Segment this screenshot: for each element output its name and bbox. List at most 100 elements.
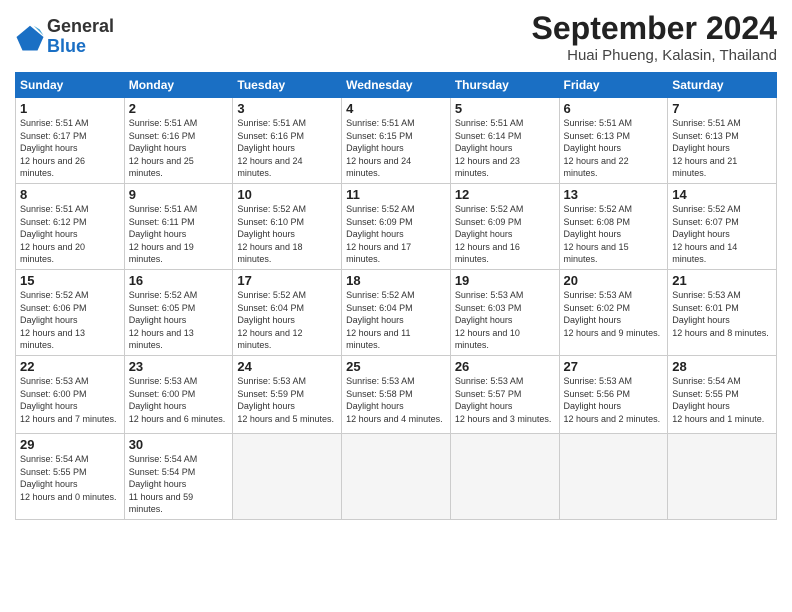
page-container: General Blue September 2024 Huai Phueng,… [0,0,792,530]
day-info: Sunrise: 5:51 AMSunset: 6:16 PMDaylight … [237,117,337,180]
header-tuesday: Tuesday [233,73,342,98]
calendar-cell: 12Sunrise: 5:52 AMSunset: 6:09 PMDayligh… [450,183,559,269]
day-info: Sunrise: 5:53 AMSunset: 6:02 PMDaylight … [564,289,664,339]
calendar-cell: 19Sunrise: 5:53 AMSunset: 6:03 PMDayligh… [450,269,559,355]
calendar-cell: 15Sunrise: 5:52 AMSunset: 6:06 PMDayligh… [16,269,125,355]
day-number: 8 [20,187,120,202]
calendar-cell [342,433,451,519]
header-thursday: Thursday [450,73,559,98]
calendar-cell [668,433,777,519]
header-friday: Friday [559,73,668,98]
day-info: Sunrise: 5:51 AMSunset: 6:11 PMDaylight … [129,203,229,266]
day-info: Sunrise: 5:52 AMSunset: 6:04 PMDaylight … [237,289,337,352]
day-info: Sunrise: 5:53 AMSunset: 5:58 PMDaylight … [346,375,446,425]
logo-icon [15,22,45,52]
day-info: Sunrise: 5:52 AMSunset: 6:09 PMDaylight … [455,203,555,266]
calendar-cell: 4Sunrise: 5:51 AMSunset: 6:15 PMDaylight… [342,98,451,184]
calendar-cell: 11Sunrise: 5:52 AMSunset: 6:09 PMDayligh… [342,183,451,269]
day-number: 7 [672,101,772,116]
day-number: 12 [455,187,555,202]
day-info: Sunrise: 5:52 AMSunset: 6:09 PMDaylight … [346,203,446,266]
day-number: 2 [129,101,229,116]
day-number: 19 [455,273,555,288]
calendar-week-row: 29Sunrise: 5:54 AMSunset: 5:55 PMDayligh… [16,433,777,519]
day-number: 28 [672,359,772,374]
calendar-cell: 20Sunrise: 5:53 AMSunset: 6:02 PMDayligh… [559,269,668,355]
calendar-cell: 28Sunrise: 5:54 AMSunset: 5:55 PMDayligh… [668,355,777,433]
header-sunday: Sunday [16,73,125,98]
calendar-cell: 7Sunrise: 5:51 AMSunset: 6:13 PMDaylight… [668,98,777,184]
day-number: 5 [455,101,555,116]
header-monday: Monday [124,73,233,98]
calendar-cell [450,433,559,519]
day-number: 24 [237,359,337,374]
day-number: 10 [237,187,337,202]
calendar-cell [233,433,342,519]
day-number: 17 [237,273,337,288]
day-number: 22 [20,359,120,374]
calendar-cell: 5Sunrise: 5:51 AMSunset: 6:14 PMDaylight… [450,98,559,184]
day-number: 18 [346,273,446,288]
day-number: 14 [672,187,772,202]
day-info: Sunrise: 5:53 AMSunset: 6:03 PMDaylight … [455,289,555,352]
day-info: Sunrise: 5:51 AMSunset: 6:15 PMDaylight … [346,117,446,180]
calendar-week-row: 15Sunrise: 5:52 AMSunset: 6:06 PMDayligh… [16,269,777,355]
calendar-cell: 2Sunrise: 5:51 AMSunset: 6:16 PMDaylight… [124,98,233,184]
calendar-cell: 22Sunrise: 5:53 AMSunset: 6:00 PMDayligh… [16,355,125,433]
day-number: 27 [564,359,664,374]
day-info: Sunrise: 5:51 AMSunset: 6:17 PMDaylight … [20,117,120,180]
day-info: Sunrise: 5:51 AMSunset: 6:14 PMDaylight … [455,117,555,180]
day-number: 1 [20,101,120,116]
day-info: Sunrise: 5:52 AMSunset: 6:05 PMDaylight … [129,289,229,352]
calendar-week-row: 1Sunrise: 5:51 AMSunset: 6:17 PMDaylight… [16,98,777,184]
calendar-cell: 18Sunrise: 5:52 AMSunset: 6:04 PMDayligh… [342,269,451,355]
day-number: 26 [455,359,555,374]
day-info: Sunrise: 5:53 AMSunset: 5:59 PMDaylight … [237,375,337,425]
day-info: Sunrise: 5:51 AMSunset: 6:13 PMDaylight … [564,117,664,180]
day-number: 20 [564,273,664,288]
header: General Blue September 2024 Huai Phueng,… [15,10,777,64]
day-number: 3 [237,101,337,116]
day-number: 13 [564,187,664,202]
calendar-week-row: 8Sunrise: 5:51 AMSunset: 6:12 PMDaylight… [16,183,777,269]
calendar-cell: 27Sunrise: 5:53 AMSunset: 5:56 PMDayligh… [559,355,668,433]
day-info: Sunrise: 5:52 AMSunset: 6:07 PMDaylight … [672,203,772,266]
day-info: Sunrise: 5:51 AMSunset: 6:12 PMDaylight … [20,203,120,266]
calendar-cell: 23Sunrise: 5:53 AMSunset: 6:00 PMDayligh… [124,355,233,433]
day-number: 29 [20,437,120,452]
day-number: 25 [346,359,446,374]
calendar-cell: 17Sunrise: 5:52 AMSunset: 6:04 PMDayligh… [233,269,342,355]
month-title: September 2024 [532,10,777,47]
calendar-cell: 21Sunrise: 5:53 AMSunset: 6:01 PMDayligh… [668,269,777,355]
day-info: Sunrise: 5:53 AMSunset: 5:57 PMDaylight … [455,375,555,425]
day-info: Sunrise: 5:51 AMSunset: 6:13 PMDaylight … [672,117,772,180]
day-number: 23 [129,359,229,374]
calendar-cell: 13Sunrise: 5:52 AMSunset: 6:08 PMDayligh… [559,183,668,269]
logo-text: General Blue [47,17,114,57]
day-number: 21 [672,273,772,288]
day-info: Sunrise: 5:53 AMSunset: 6:00 PMDaylight … [129,375,229,425]
day-number: 11 [346,187,446,202]
calendar-cell: 25Sunrise: 5:53 AMSunset: 5:58 PMDayligh… [342,355,451,433]
day-number: 6 [564,101,664,116]
calendar-cell: 3Sunrise: 5:51 AMSunset: 6:16 PMDaylight… [233,98,342,184]
day-number: 9 [129,187,229,202]
calendar-cell: 9Sunrise: 5:51 AMSunset: 6:11 PMDaylight… [124,183,233,269]
calendar-cell: 30Sunrise: 5:54 AMSunset: 5:54 PMDayligh… [124,433,233,519]
day-info: Sunrise: 5:52 AMSunset: 6:08 PMDaylight … [564,203,664,266]
day-info: Sunrise: 5:54 AMSunset: 5:54 PMDaylight … [129,453,229,516]
day-info: Sunrise: 5:54 AMSunset: 5:55 PMDaylight … [672,375,772,425]
day-info: Sunrise: 5:52 AMSunset: 6:10 PMDaylight … [237,203,337,266]
calendar-cell: 10Sunrise: 5:52 AMSunset: 6:10 PMDayligh… [233,183,342,269]
calendar-week-row: 22 Sunrise: 5:53 AMSunset: 6:00 PMDayligh… [16,355,777,433]
calendar-cell: 24Sunrise: 5:53 AMSunset: 5:59 PMDayligh… [233,355,342,433]
calendar-cell: 16Sunrise: 5:52 AMSunset: 6:05 PMDayligh… [124,269,233,355]
day-info: Sunrise: 5:53 AMSunset: 5:56 PMDaylight … [564,375,664,425]
calendar-cell: 14Sunrise: 5:52 AMSunset: 6:07 PMDayligh… [668,183,777,269]
calendar-cell [559,433,668,519]
header-wednesday: Wednesday [342,73,451,98]
calendar-cell: 6Sunrise: 5:51 AMSunset: 6:13 PMDaylight… [559,98,668,184]
calendar-cell: 1Sunrise: 5:51 AMSunset: 6:17 PMDaylight… [16,98,125,184]
day-info: Sunrise: 5:54 AMSunset: 5:55 PMDaylight … [20,453,120,503]
calendar-cell: 29Sunrise: 5:54 AMSunset: 5:55 PMDayligh… [16,433,125,519]
